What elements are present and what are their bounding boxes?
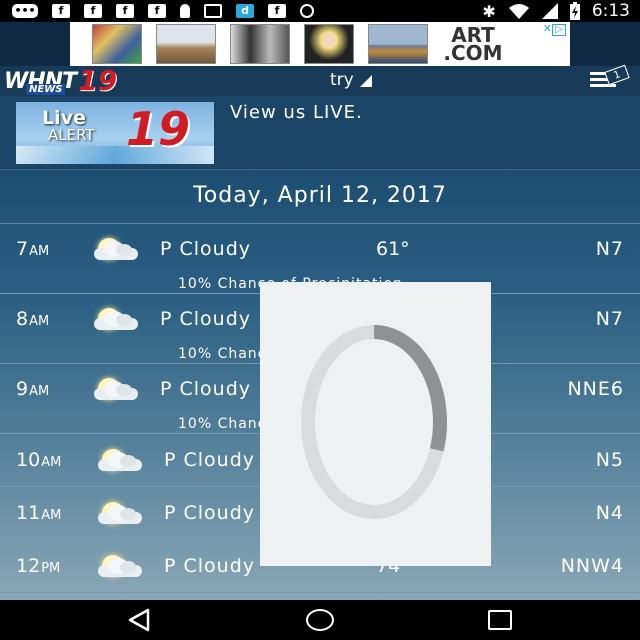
partly-cloudy-icon [94, 308, 138, 330]
recent-apps-icon[interactable] [488, 610, 512, 630]
forecast-hour: 9AM [16, 378, 49, 400]
sync-icon [300, 4, 314, 18]
facebook-icon: f [84, 4, 102, 18]
ad-banner-container: ART .COM ▷ ✕ [0, 22, 640, 66]
adchoices-icon[interactable]: ▷ [552, 24, 566, 36]
signal-icon [541, 3, 558, 19]
ad-thumbnail[interactable] [304, 24, 354, 64]
hour-value: 10 [16, 449, 41, 471]
forecast-hour: 8AM [16, 308, 49, 330]
ad-brand-line2: .COM [443, 41, 503, 65]
partly-cloudy-icon [98, 502, 142, 524]
forecast-date: Today, April 12, 2017 [193, 183, 447, 208]
live-alert-text: Live ALERT [42, 109, 95, 144]
message-icon: ••• [12, 4, 38, 18]
hour-value: 8 [16, 308, 29, 330]
back-icon[interactable] [126, 608, 152, 632]
partly-cloudy-icon [94, 238, 138, 260]
location-dropdown[interactable]: try [330, 70, 372, 90]
system-nav-bar [0, 600, 640, 640]
forecast-wind: NNW4 [560, 555, 624, 577]
forecast-condition: P Cloudy [160, 308, 252, 330]
dropdown-caret-icon [359, 75, 372, 87]
ampm: AM [41, 508, 62, 523]
live-logo-number: 19 [126, 102, 191, 156]
loading-dialog [260, 282, 491, 566]
ad-thumbnail[interactable] [368, 24, 428, 64]
dailyhunt-icon: d [236, 4, 254, 18]
hour-value: 11 [16, 502, 41, 524]
station-logo[interactable]: WHNT 19 NEWS [4, 66, 117, 96]
hour-value: 9 [16, 378, 29, 400]
ampm: AM [41, 455, 62, 470]
ad-thumbnail[interactable] [156, 24, 216, 64]
facebook-icon: f [268, 4, 286, 18]
live-banner[interactable]: Live ALERT 19 View us LIVE. [0, 96, 640, 170]
forecast-hour: 10AM [16, 449, 61, 471]
battery-charging-icon [569, 2, 580, 20]
forecast-wind: N7 [595, 238, 624, 260]
clock: 6:13 [591, 1, 630, 21]
bluetooth-icon: ✱ [482, 1, 496, 21]
forecast-temp: 61° [376, 238, 410, 260]
ampm: AM [29, 314, 50, 329]
facebook-icon: f [148, 4, 166, 18]
ad-thumbnail[interactable] [230, 24, 290, 64]
forecast-hour: 12PM [16, 555, 60, 577]
date-header: Today, April 12, 2017 [0, 170, 640, 224]
alert-word: ALERT [48, 126, 95, 144]
ad-thumbnail[interactable] [92, 24, 142, 64]
forecast-wind: N4 [595, 502, 624, 524]
app-header: WHNT 19 NEWS try 1 [0, 64, 640, 96]
live-caption[interactable]: View us LIVE. [230, 102, 363, 123]
ampm: PM [41, 561, 61, 576]
spinner-progress-arc [373, 325, 447, 452]
partly-cloudy-icon [94, 378, 138, 400]
ad-banner[interactable]: ART .COM ▷ ✕ [70, 22, 570, 66]
forecast-condition: P Cloudy [160, 378, 252, 400]
forecast-condition: P Cloudy [164, 502, 256, 524]
loading-spinner-icon [301, 325, 447, 519]
ampm: AM [29, 244, 50, 259]
notification-icons: ••• f f f f d f [0, 4, 314, 18]
status-bar: ••• f f f f d f ✱ 6:13 [0, 0, 640, 22]
location-label: try [330, 70, 354, 90]
ampm: AM [29, 384, 50, 399]
facebook-icon: f [52, 4, 70, 18]
partly-cloudy-icon [98, 449, 142, 471]
pin-icon [180, 4, 190, 18]
forecast-wind: N7 [595, 308, 624, 330]
partly-cloudy-icon [98, 555, 142, 577]
forecast-condition: P Cloudy [164, 555, 256, 577]
notification-badge: 1 [604, 64, 630, 86]
forecast-hour: 11AM [16, 502, 61, 524]
forecast-condition: P Cloudy [160, 238, 252, 260]
logo-news-tag: NEWS [26, 84, 66, 95]
menu-icon-line [590, 84, 616, 87]
hour-value: 7 [16, 238, 29, 260]
forecast-hour: 7AM [16, 238, 49, 260]
forecast-wind: N5 [595, 449, 624, 471]
card-icon [204, 4, 222, 18]
hour-value: 12 [16, 555, 41, 577]
facebook-icon: f [116, 4, 134, 18]
home-icon[interactable] [306, 609, 334, 631]
logo-number: 19 [78, 64, 118, 97]
ad-brand-logo[interactable]: ART .COM [442, 25, 504, 65]
forecast-wind: NNE6 [567, 378, 624, 400]
forecast-condition: P Cloudy [164, 449, 256, 471]
wifi-icon [508, 4, 529, 19]
live-alert-logo[interactable]: Live ALERT 19 [16, 102, 214, 164]
system-icons: ✱ 6:13 [482, 0, 630, 22]
ad-close-icon[interactable]: ✕ [543, 23, 552, 34]
